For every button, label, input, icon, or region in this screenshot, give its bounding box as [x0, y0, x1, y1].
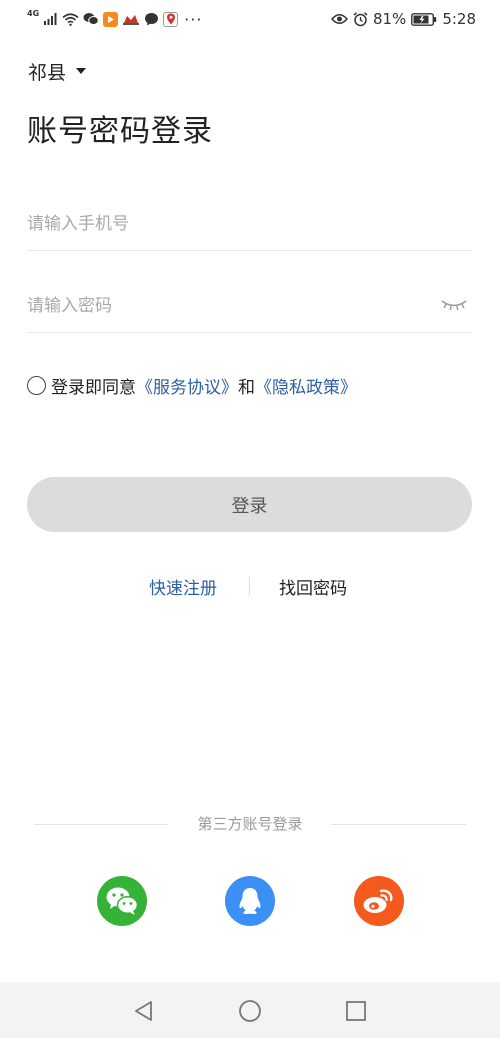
back-icon[interactable]	[132, 999, 156, 1023]
network-type: 4G	[27, 9, 40, 18]
system-navigation-bar	[0, 982, 500, 1038]
phone-field	[27, 199, 472, 251]
status-bar-right: 81% 5:28	[330, 8, 476, 30]
link-divider	[249, 577, 250, 595]
battery-percentage: 81%	[372, 10, 407, 28]
wechat-notification-icon	[83, 13, 99, 25]
agreement-row: 登录即同意 《服务协议》 和 《隐私政策》	[27, 373, 357, 398]
wechat-login-button[interactable]	[97, 876, 147, 926]
wechat-icon	[106, 887, 139, 915]
password-field	[27, 281, 472, 333]
agreement-prefix: 登录即同意	[51, 378, 136, 398]
caret-down-icon	[76, 67, 87, 74]
service-agreement-link[interactable]: 《服务协议》	[136, 373, 238, 398]
clock-time: 5:28	[442, 10, 476, 28]
signal-icon	[44, 13, 57, 25]
eye-closed-icon[interactable]	[440, 297, 468, 313]
status-bar: 4G ··· 81% 5:28	[0, 0, 500, 38]
weibo-icon	[363, 889, 393, 913]
video-app-icon	[103, 11, 119, 27]
divider-right	[331, 824, 466, 825]
city-name: 祁县	[28, 62, 67, 84]
password-input[interactable]	[27, 281, 427, 331]
alarm-icon	[353, 11, 368, 26]
login-button[interactable]: 登录	[27, 477, 472, 532]
forgot-password-link[interactable]: 找回密码	[279, 574, 347, 599]
wifi-icon	[62, 12, 79, 26]
quick-register-link[interactable]: 快速注册	[149, 574, 217, 599]
recent-apps-icon[interactable]	[344, 999, 368, 1023]
page-title: 账号密码登录	[27, 114, 213, 149]
third-party-login-header: 第三方账号登录	[0, 813, 500, 837]
location-app-icon	[163, 11, 179, 27]
qq-icon	[239, 888, 261, 914]
phone-input[interactable]	[27, 199, 427, 249]
weibo-login-button[interactable]	[354, 876, 404, 926]
agreement-radio[interactable]	[27, 376, 46, 395]
more-notifications-indicator: ···	[184, 9, 203, 29]
qq-login-button[interactable]	[225, 876, 275, 926]
privacy-policy-link[interactable]: 《隐私政策》	[255, 373, 357, 398]
home-icon[interactable]	[238, 999, 262, 1023]
battery-icon	[411, 12, 437, 26]
message-icon	[145, 13, 159, 26]
eye-icon	[330, 14, 348, 24]
secondary-links: 快速注册 找回密码	[0, 574, 500, 599]
city-selector[interactable]: 祁县	[28, 58, 87, 85]
status-bar-left: 4G ···	[27, 8, 202, 30]
agreement-and: 和	[238, 378, 255, 398]
app-icon	[123, 15, 140, 25]
